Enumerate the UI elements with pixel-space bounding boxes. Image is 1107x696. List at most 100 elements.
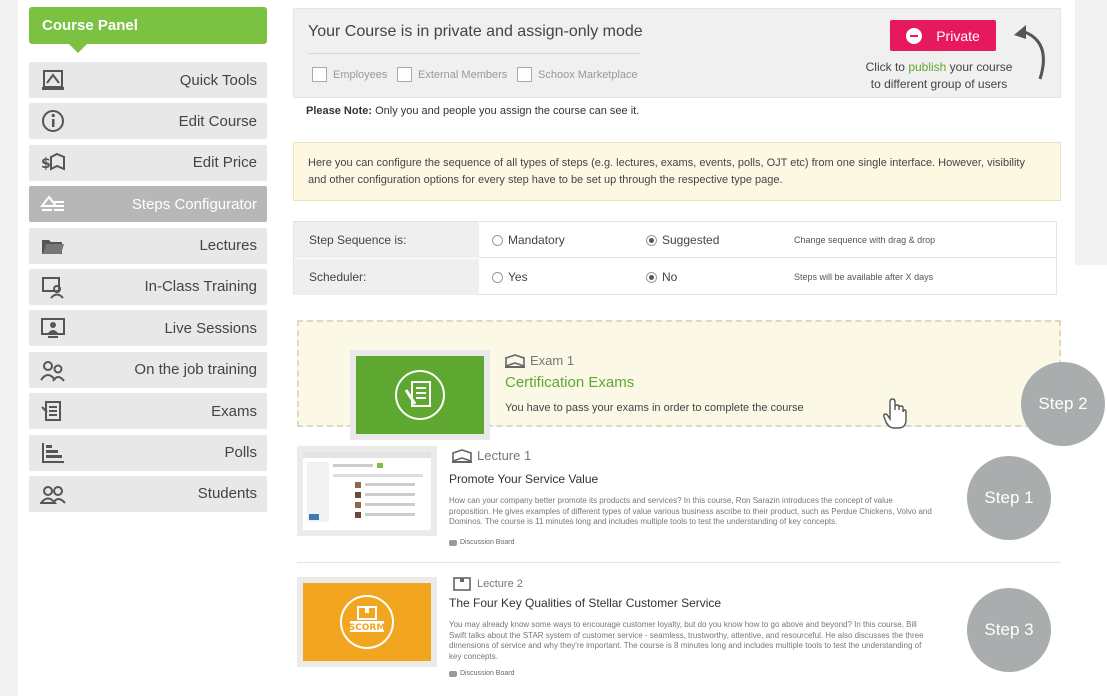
sidebar-item-label: Steps Configurator — [131, 195, 257, 213]
drag-hand-icon — [883, 398, 907, 429]
sidebar-item-label: Edit Price — [192, 154, 257, 172]
scheduler-row: Scheduler: Yes No Steps will be availabl… — [294, 259, 1056, 295]
checkbox-schoox-marketplace[interactable]: Schoox Marketplace — [517, 67, 638, 82]
radio-button[interactable] — [492, 234, 503, 246]
lecture-1-caption-text: Lecture 1 — [477, 448, 532, 463]
lecture-2-caption-text: Lecture 2 — [477, 578, 523, 590]
lecture-1-description: How can your company better promote its … — [449, 496, 932, 526]
exam-thumbnail — [350, 350, 490, 440]
exam-title[interactable]: Certification Exams — [505, 374, 634, 391]
scorm-label: SCORM — [349, 623, 386, 633]
folder-icon — [39, 234, 67, 258]
book-icon — [505, 353, 525, 368]
steps-icon — [39, 192, 67, 216]
sidebar-item-label: Edit Course — [178, 112, 257, 130]
sidebar-item-in-class-training[interactable]: In-Class Training — [29, 268, 267, 305]
sidebar-item-exams[interactable]: Exams — [29, 393, 267, 430]
lecture-2-discussion[interactable]: Discussion Board — [449, 670, 514, 677]
radio-button[interactable] — [492, 271, 503, 283]
sequence-hint: Change sequence with drag & drop — [794, 235, 936, 245]
exam-description: You have to pass your exams in order to … — [505, 402, 804, 414]
checkbox-label: Employees — [333, 68, 388, 81]
steps-info-box: Here you can configure the sequence of a… — [293, 142, 1061, 201]
sidebar-item-edit-course[interactable]: Edit Course — [29, 103, 267, 140]
sidebar-item-steps-configurator[interactable]: Steps Configurator — [29, 186, 267, 223]
sidebar-item-label: In-Class Training — [144, 278, 257, 296]
checkbox-label: External Members — [418, 68, 508, 81]
publish-hint-text: your course — [946, 60, 1013, 74]
poll-icon — [39, 441, 67, 465]
radio-button[interactable] — [646, 234, 657, 246]
sidebar-item-label: Live Sessions — [164, 319, 257, 337]
private-button[interactable]: Private — [890, 20, 996, 51]
course-panel-sidebar: Course Panel Quick Tools Edit Course $ E… — [29, 7, 267, 517]
divider — [308, 53, 640, 54]
course-panel-header: Course Panel — [29, 7, 267, 53]
discussion-label: Discussion Board — [460, 670, 515, 677]
students-icon — [39, 482, 67, 506]
checkbox-box[interactable] — [517, 67, 532, 82]
sequence-settings: Step Sequence is: Mandatory Suggested Ch… — [293, 221, 1057, 295]
step-2-badge: Step 2 — [1021, 362, 1105, 446]
sidebar-item-lectures[interactable]: Lectures — [29, 227, 267, 264]
sidebar-item-polls[interactable]: Polls — [29, 434, 267, 471]
lecture-1-caption: Lecture 1 — [452, 448, 531, 463]
sidebar-item-label: Polls — [224, 444, 257, 462]
page-margin-left — [0, 0, 18, 696]
sidebar-item-label: Lectures — [199, 237, 257, 255]
lecture-2-title[interactable]: The Four Key Qualities of Stellar Custom… — [449, 596, 721, 610]
exam-paper-icon — [395, 370, 445, 420]
sidebar-item-label: Quick Tools — [179, 71, 257, 89]
radio-label: Mandatory — [508, 233, 565, 247]
checkbox-label: Schoox Marketplace — [538, 68, 638, 81]
sidebar-item-label: On the job training — [134, 361, 257, 379]
sidebar-item-label: Exams — [211, 402, 257, 420]
sidebar-item-live-sessions[interactable]: Live Sessions — [29, 310, 267, 347]
exam-icon — [39, 399, 67, 423]
radio-mandatory[interactable]: Mandatory — [492, 222, 565, 258]
discussion-label: Discussion Board — [460, 539, 515, 546]
checkbox-external-members[interactable]: External Members — [397, 67, 507, 82]
step-sequence-row: Step Sequence is: Mandatory Suggested Ch… — [294, 222, 1056, 258]
lecture-2-caption: Lecture 2 — [452, 577, 523, 591]
private-button-label: Private — [936, 27, 980, 44]
note-label: Please Note: — [306, 105, 373, 117]
publish-link[interactable]: publish — [908, 60, 946, 74]
lecture-2-thumbnail: SCORM — [297, 577, 437, 667]
radio-yes[interactable]: Yes — [492, 259, 528, 295]
info-icon — [39, 109, 67, 133]
exam-caption-text: Exam 1 — [530, 353, 575, 368]
minus-circle-icon — [906, 27, 923, 44]
sidebar-item-students[interactable]: Students — [29, 475, 267, 512]
radio-label: Suggested — [662, 233, 720, 247]
step-sequence-label: Step Sequence is: — [294, 222, 479, 258]
checkbox-employees[interactable]: Employees — [312, 67, 387, 82]
radio-button[interactable] — [646, 271, 657, 283]
exam-caption: Exam 1 — [505, 353, 574, 368]
scorm-box-icon — [453, 577, 471, 591]
book-icon — [39, 68, 67, 92]
sidebar-item-quick-tools[interactable]: Quick Tools — [29, 62, 267, 98]
lecture-1-thumbnail — [297, 446, 437, 536]
sidebar-item-on-the-job-training[interactable]: On the job training — [29, 351, 267, 388]
sidebar-item-label: Students — [197, 485, 257, 503]
discussion-icon — [449, 539, 457, 546]
lecture-1-title[interactable]: Promote Your Service Value — [449, 472, 598, 486]
radio-label: No — [662, 270, 678, 284]
publish-hint-text: to different group of users — [870, 77, 1008, 91]
price-book-icon: $ — [39, 151, 67, 175]
privacy-note: Please Note: Only you and people you ass… — [306, 105, 639, 117]
publish-hint: Click to publish your course to differen… — [854, 59, 1024, 93]
checkbox-box[interactable] — [397, 67, 412, 82]
lecture-2-description: You may already know some ways to encour… — [449, 620, 924, 661]
step-3-badge: Step 3 — [967, 588, 1051, 672]
scorm-icon: SCORM — [340, 595, 394, 649]
lecture-1-discussion[interactable]: Discussion Board — [449, 539, 514, 546]
radio-suggested[interactable]: Suggested — [646, 222, 719, 258]
classroom-icon — [39, 275, 67, 299]
checkbox-box[interactable] — [312, 67, 327, 82]
privacy-title: Your Course is in private and assign-onl… — [308, 23, 643, 40]
monitor-person-icon — [39, 316, 67, 340]
radio-no[interactable]: No — [646, 259, 677, 295]
sidebar-item-edit-price[interactable]: $ Edit Price — [29, 144, 267, 181]
